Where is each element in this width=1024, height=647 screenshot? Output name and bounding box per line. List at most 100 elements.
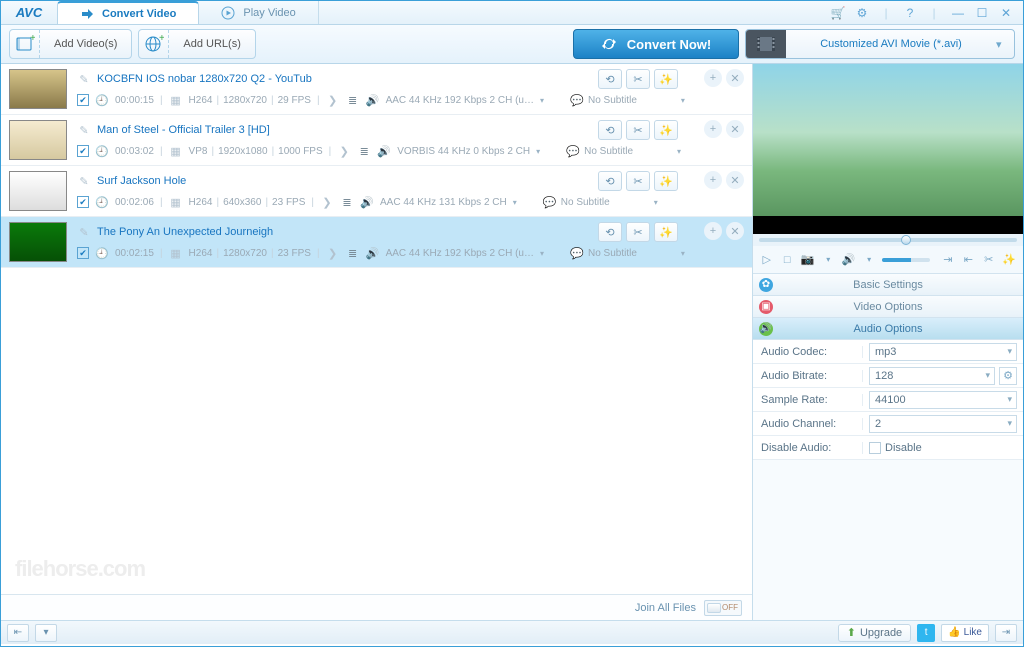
subtitle-chevron[interactable]: ▾	[681, 96, 685, 105]
output-preset-selector[interactable]: Customized AVI Movie (*.avi) ▾	[745, 29, 1015, 59]
file-thumbnail[interactable]	[9, 69, 67, 109]
accordion-video-options[interactable]: ▣ Video Options	[753, 296, 1023, 318]
pencil-icon[interactable]: ✎	[77, 174, 91, 188]
facebook-like-button[interactable]: 👍 Like	[941, 624, 989, 642]
file-title[interactable]: Surf Jackson Hole	[97, 175, 186, 187]
snapshot-chevron[interactable]: ▾	[820, 251, 835, 269]
file-checkbox[interactable]: ✔	[77, 247, 89, 259]
audio-chevron[interactable]: ▾	[540, 96, 544, 105]
remove-button[interactable]: ✕	[726, 120, 744, 138]
subtitle-chevron[interactable]: ▾	[654, 198, 658, 207]
tab-convert-video[interactable]: Convert Video	[57, 1, 199, 24]
chevron-down-button[interactable]: ▾	[35, 624, 57, 642]
scissors-icon[interactable]: ✂	[981, 251, 996, 269]
seek-bar[interactable]	[753, 234, 1023, 246]
join-files-toggle[interactable]: OFF	[704, 600, 742, 616]
select-audio-bitrate[interactable]: 128	[869, 367, 995, 385]
subtitle-chevron[interactable]: ▾	[681, 249, 685, 258]
svg-text:+: +	[159, 34, 164, 44]
clock-icon: 🕘	[95, 93, 109, 107]
add-videos-button[interactable]: + Add Video(s)	[9, 29, 132, 59]
stop-button[interactable]: □	[779, 251, 794, 269]
remove-button[interactable]: ✕	[726, 222, 744, 240]
tab-play-video[interactable]: Play Video	[199, 1, 318, 24]
cut-button[interactable]: ✂	[626, 69, 650, 89]
accordion-audio-options[interactable]: 🔊 Audio Options	[753, 318, 1023, 340]
minimize-icon[interactable]: —	[949, 4, 967, 22]
remove-button[interactable]: ✕	[726, 171, 744, 189]
play-button[interactable]: ▷	[759, 251, 774, 269]
mixer-icon[interactable]: ≣	[357, 144, 371, 158]
mark-in-button[interactable]: ⇥	[940, 251, 955, 269]
expand-icon[interactable]: ❯	[326, 93, 340, 107]
expand-icon[interactable]: ❯	[326, 246, 340, 260]
snapshot-button[interactable]: 📷	[800, 251, 815, 269]
effects-button[interactable]: ✨	[654, 120, 678, 140]
file-row[interactable]: ✎ The Pony An Unexpected Journeigh ⟲ ✂ ✨…	[1, 217, 752, 268]
mark-out-button[interactable]: ⇤	[961, 251, 976, 269]
mixer-icon[interactable]: ≣	[346, 93, 360, 107]
remove-button[interactable]: ✕	[726, 69, 744, 87]
close-icon[interactable]: ✕	[997, 4, 1015, 22]
volume-chevron[interactable]: ▾	[861, 251, 876, 269]
repeat-button[interactable]: ⟲	[598, 171, 622, 191]
cut-button[interactable]: ✂	[626, 120, 650, 140]
file-thumbnail[interactable]	[9, 222, 67, 262]
mixer-icon[interactable]: ≣	[340, 195, 354, 209]
volume-icon[interactable]: 🔊	[841, 251, 856, 269]
left-panel-toggle[interactable]: ⇤	[7, 624, 29, 642]
seek-thumb[interactable]	[901, 235, 911, 245]
maximize-icon[interactable]: ☐	[973, 4, 991, 22]
file-row[interactable]: ✎ KOCBFN IOS nobar 1280x720 Q2 - YouTub …	[1, 64, 752, 115]
file-checkbox[interactable]: ✔	[77, 94, 89, 106]
subtitle-chevron[interactable]: ▾	[677, 147, 681, 156]
repeat-button[interactable]: ⟲	[598, 222, 622, 242]
file-title[interactable]: KOCBFN IOS nobar 1280x720 Q2 - YouTub	[97, 73, 312, 85]
gear-icon[interactable]: ⚙	[853, 4, 871, 22]
cut-button[interactable]: ✂	[626, 171, 650, 191]
select-audio-channel[interactable]: 2	[869, 415, 1017, 433]
audio-chevron[interactable]: ▾	[513, 198, 517, 207]
pencil-icon[interactable]: ✎	[77, 72, 91, 86]
pencil-icon[interactable]: ✎	[77, 225, 91, 239]
wand-icon[interactable]: ✨	[1002, 251, 1017, 269]
file-row[interactable]: ✎ Man of Steel - Official Trailer 3 [HD]…	[1, 115, 752, 166]
file-row[interactable]: ✎ Surf Jackson Hole ⟲ ✂ ✨ + ✕ ✔ 🕘 00:02:…	[1, 166, 752, 217]
file-checkbox[interactable]: ✔	[77, 145, 89, 157]
cut-button[interactable]: ✂	[626, 222, 650, 242]
repeat-button[interactable]: ⟲	[598, 69, 622, 89]
video-preview[interactable]	[753, 64, 1023, 234]
twitter-button[interactable]: t	[917, 624, 935, 642]
add-button[interactable]: +	[704, 120, 722, 138]
file-title[interactable]: Man of Steel - Official Trailer 3 [HD]	[97, 124, 270, 136]
effects-button[interactable]: ✨	[654, 222, 678, 242]
expand-icon[interactable]: ❯	[320, 195, 334, 209]
select-audio-codec[interactable]: mp3	[869, 343, 1017, 361]
file-title[interactable]: The Pony An Unexpected Journeigh	[97, 226, 273, 238]
audio-chevron[interactable]: ▾	[540, 249, 544, 258]
add-button[interactable]: +	[704, 171, 722, 189]
add-button[interactable]: +	[704, 222, 722, 240]
pencil-icon[interactable]: ✎	[77, 123, 91, 137]
cart-icon[interactable]: 🛒	[829, 4, 847, 22]
effects-button[interactable]: ✨	[654, 171, 678, 191]
convert-now-button[interactable]: Convert Now!	[573, 29, 739, 59]
audio-chevron[interactable]: ▾	[536, 147, 540, 156]
add-button[interactable]: +	[704, 69, 722, 87]
repeat-button[interactable]: ⟲	[598, 120, 622, 140]
file-thumbnail[interactable]	[9, 171, 67, 211]
upgrade-button[interactable]: ⬆ Upgrade	[838, 624, 911, 642]
accordion-basic-settings[interactable]: ✿ Basic Settings	[753, 274, 1023, 296]
right-panel-toggle[interactable]: ⇥	[995, 624, 1017, 642]
add-urls-button[interactable]: + Add URL(s)	[138, 29, 255, 59]
select-sample-rate[interactable]: 44100	[869, 391, 1017, 409]
checkbox-disable-audio[interactable]	[869, 442, 881, 454]
mixer-icon[interactable]: ≣	[346, 246, 360, 260]
volume-slider[interactable]	[882, 258, 930, 262]
bitrate-gear-button[interactable]: ⚙	[999, 367, 1017, 385]
help-icon[interactable]: ?	[901, 4, 919, 22]
expand-icon[interactable]: ❯	[337, 144, 351, 158]
effects-button[interactable]: ✨	[654, 69, 678, 89]
file-checkbox[interactable]: ✔	[77, 196, 89, 208]
file-thumbnail[interactable]	[9, 120, 67, 160]
